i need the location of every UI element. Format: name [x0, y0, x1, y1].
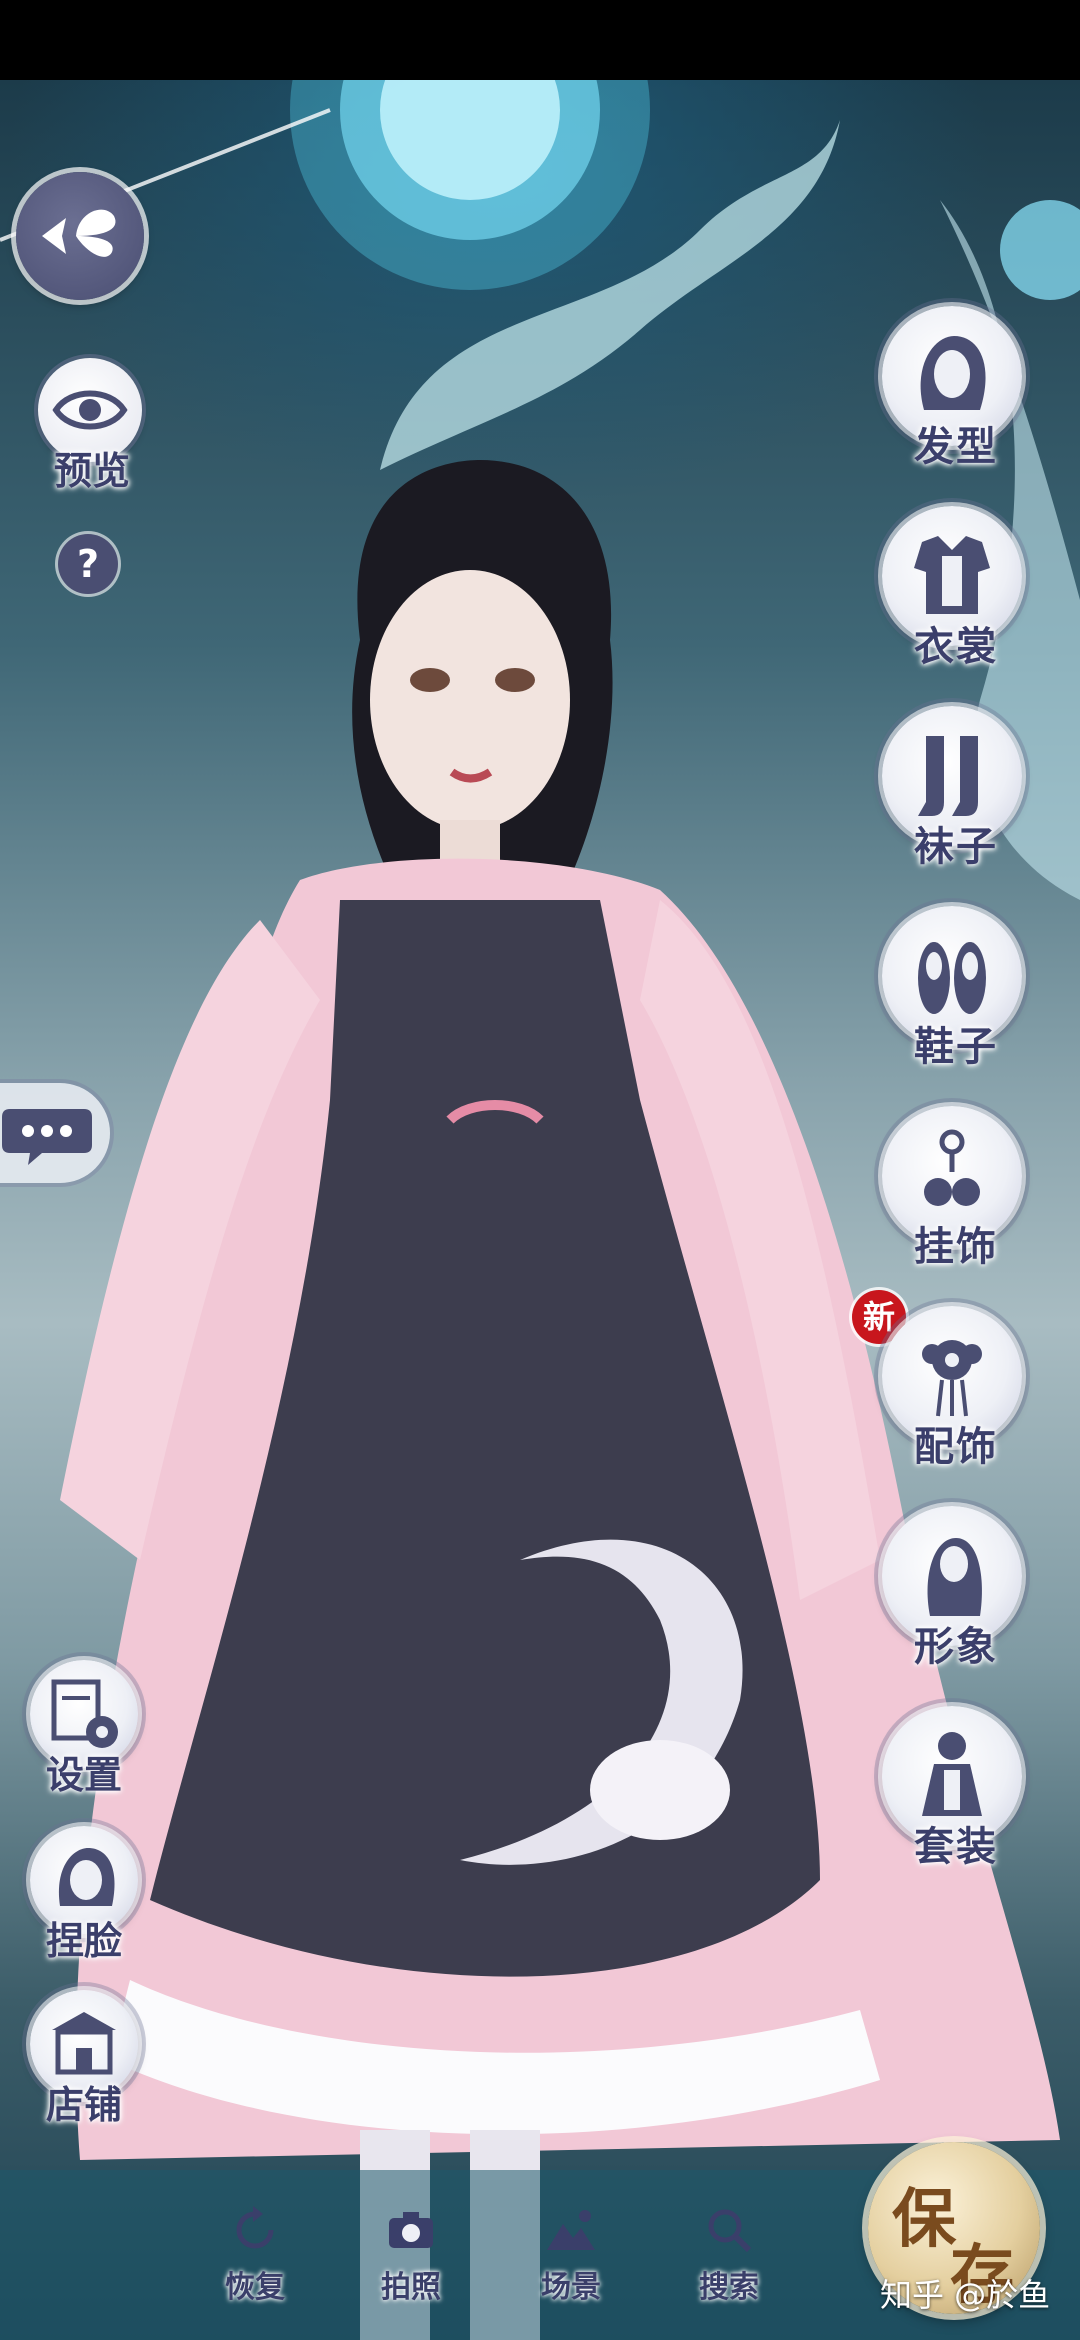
- menu-hair-label: 发型: [914, 423, 998, 470]
- restore-icon: [236, 2206, 274, 2249]
- nav-restore[interactable]: 恢复: [200, 2200, 310, 2310]
- menu-shoes-label: 鞋子: [914, 1023, 998, 1070]
- butterfly-back-icon: [42, 209, 116, 257]
- menu-outfit-label: 套装: [914, 1823, 998, 1870]
- nav-scene[interactable]: 场景: [516, 2200, 626, 2310]
- preview-label: 预览: [54, 448, 131, 493]
- settings-label: 设置: [46, 1752, 123, 1797]
- nav-photo-label: 拍照: [381, 2270, 441, 2305]
- nav-search[interactable]: 搜索: [674, 2200, 784, 2310]
- chat-bubble-icon: [2, 1109, 92, 1165]
- watermark: 知乎 @於鱼: [880, 2276, 1051, 2314]
- nav-photo[interactable]: 拍照: [356, 2200, 466, 2310]
- chat-button[interactable]: [0, 1083, 110, 1183]
- menu-clothing-label: 衣裳: [914, 623, 998, 670]
- nav-scene-label: 场景: [541, 2270, 601, 2305]
- nav-restore-label: 恢复: [225, 2270, 285, 2305]
- scene-icon: [547, 2210, 595, 2250]
- save-char-1: 保: [892, 2182, 956, 2257]
- shop-label: 店铺: [46, 2082, 123, 2127]
- face-edit-label: 捏脸: [46, 1918, 123, 1963]
- menu-image-label: 形象: [914, 1623, 998, 1670]
- search-icon: [708, 2209, 752, 2253]
- menu-socks-label: 袜子: [914, 823, 998, 870]
- menu-pendant-label: 挂饰: [914, 1223, 998, 1270]
- camera-icon: [389, 2212, 433, 2248]
- nav-search-label: 搜索: [699, 2270, 759, 2305]
- back-button[interactable]: [16, 172, 144, 300]
- help-button[interactable]: ?: [58, 534, 118, 594]
- status-bar: [0, 0, 1080, 80]
- menu-accessory-label: 配饰: [914, 1423, 998, 1470]
